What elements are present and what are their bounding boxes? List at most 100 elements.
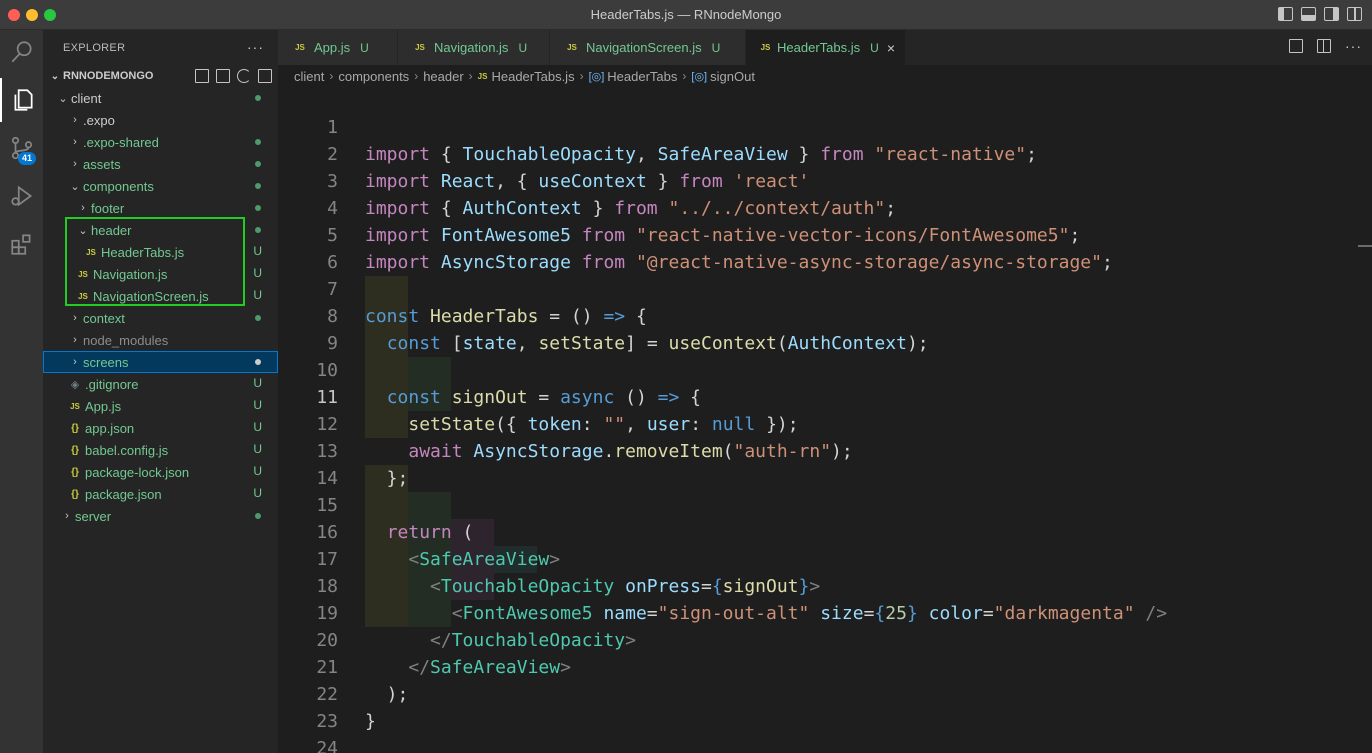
tree-label: server: [75, 508, 112, 524]
json-file-icon: {}: [71, 488, 79, 500]
tree-file-app-json[interactable]: {} app.json U: [43, 417, 278, 439]
chevron-right-icon: ›: [73, 312, 77, 324]
chevron-down-icon: ⌄: [58, 92, 68, 105]
gitignore-icon: ◈: [70, 378, 80, 391]
breadcrumb-item[interactable]: HeaderTabs: [607, 69, 677, 84]
untracked-badge: U: [253, 266, 262, 280]
run-debug-icon[interactable]: [0, 174, 43, 218]
open-changes-icon[interactable]: [1289, 39, 1303, 53]
code-line: 24 export default HeaderTabs: [278, 708, 1372, 753]
toggle-secondary-sidebar-icon[interactable]: [1324, 7, 1339, 21]
search-icon[interactable]: [0, 30, 43, 74]
status-dot: [255, 139, 261, 145]
code-editor[interactable]: 1 import { TouchableOpacity, SafeAreaVie…: [278, 87, 1372, 753]
new-folder-icon[interactable]: [216, 69, 230, 83]
js-file-icon: JS: [567, 43, 577, 52]
status-dot: [255, 315, 261, 321]
tree-file-gitignore[interactable]: ◈ .gitignore U: [43, 373, 278, 395]
code-line: 9: [278, 303, 1372, 354]
code-line: 7 const HeaderTabs = () => {: [278, 249, 1372, 327]
tree-label: footer: [91, 200, 125, 216]
untracked-badge: U: [253, 420, 262, 434]
tab-navigationscreen-js[interactable]: JS NavigationScreen.js U: [550, 30, 746, 65]
tree-label: Navigation.js: [93, 266, 168, 282]
js-file-icon: JS: [78, 269, 88, 279]
tree-folder-server[interactable]: › server: [43, 505, 278, 527]
more-actions-icon[interactable]: ···: [1345, 38, 1362, 54]
chevron-down-icon: ⌄: [70, 180, 80, 193]
tree-file-babel-config[interactable]: {} babel.config.js U: [43, 439, 278, 461]
extensions-icon[interactable]: [0, 222, 43, 266]
explorer-header: EXPLORER ···: [43, 30, 278, 65]
status-dot: [255, 513, 261, 519]
new-file-icon[interactable]: [195, 69, 209, 83]
chevron-right-icon: ›: [73, 114, 77, 126]
status-dot: [255, 161, 261, 167]
symbol-variable-icon: [◎]: [691, 70, 708, 83]
close-tab-icon[interactable]: ×: [887, 40, 895, 56]
editor-tab-bar: JS App.js U JS Navigation.js U JS Naviga…: [278, 30, 1372, 65]
tree-label: package.json: [85, 486, 162, 502]
tab-headertabs-js[interactable]: JS HeaderTabs.js U ×: [746, 30, 906, 65]
chevron-right-icon: ›: [468, 69, 473, 83]
project-actions: [195, 69, 272, 83]
breadcrumb-item[interactable]: client: [294, 69, 324, 84]
refresh-icon[interactable]: [237, 69, 251, 83]
chevron-right-icon: ›: [65, 510, 69, 522]
tab-label: App.js: [314, 40, 351, 55]
tab-status: U: [870, 40, 879, 55]
json-file-icon: {}: [71, 466, 79, 478]
tree-file-headertabs[interactable]: JS HeaderTabs.js U: [43, 241, 278, 263]
tab-app-js[interactable]: JS App.js U: [278, 30, 398, 65]
layout-controls: [1278, 7, 1362, 21]
collapse-all-icon[interactable]: [258, 69, 272, 83]
tree-label: app.json: [85, 420, 135, 436]
code-line: 18 <FontAwesome5 name="sign-out-alt" siz…: [278, 546, 1372, 624]
untracked-badge: U: [253, 376, 262, 390]
project-name: RNNODEMONGO: [63, 70, 154, 82]
tree-label: .gitignore: [85, 376, 139, 392]
tab-label: Navigation.js: [434, 40, 509, 55]
source-control-icon[interactable]: 41: [0, 126, 43, 170]
breadcrumb-item[interactable]: signOut: [710, 69, 755, 84]
tree-label: node_modules: [83, 332, 169, 348]
tree-folder-expo-shared[interactable]: › .expo-shared: [43, 131, 278, 153]
scrollbar-marker[interactable]: [1358, 245, 1372, 247]
tree-file-package-json[interactable]: {} package.json U: [43, 483, 278, 505]
tab-navigation-js[interactable]: JS Navigation.js U: [398, 30, 550, 65]
tree-folder-node-modules[interactable]: › node_modules: [43, 329, 278, 351]
code-line: 1 import { TouchableOpacity, SafeAreaVie…: [278, 87, 1372, 165]
more-actions-icon[interactable]: ···: [247, 39, 264, 55]
breadcrumb-item[interactable]: components: [338, 69, 409, 84]
breadcrumb-item[interactable]: header: [423, 69, 463, 84]
activity-bar: 41: [0, 30, 43, 753]
tree-folder-client[interactable]: ⌄ client: [43, 87, 278, 109]
tree-folder-expo[interactable]: › .expo: [43, 109, 278, 131]
chevron-down-icon: ⌄: [78, 224, 88, 237]
toggle-sidebar-icon[interactable]: [1278, 7, 1293, 21]
tree-label: babel.config.js: [85, 442, 169, 458]
code-line: 12 await AsyncStorage.removeItem("auth-r…: [278, 384, 1372, 462]
breadcrumb-item[interactable]: HeaderTabs.js: [491, 69, 574, 84]
explorer-icon[interactable]: [0, 78, 43, 122]
chevron-right-icon: ›: [73, 158, 77, 170]
status-dot: [255, 95, 261, 101]
json-file-icon: {}: [71, 444, 79, 456]
customize-layout-icon[interactable]: [1347, 7, 1362, 21]
tree-file-navigation[interactable]: JS Navigation.js U: [43, 263, 278, 285]
tree-folder-header[interactable]: ⌄ header: [43, 219, 278, 241]
split-editor-icon[interactable]: [1317, 39, 1331, 53]
tree-label: .expo: [83, 112, 115, 128]
tree-label: header: [91, 222, 132, 238]
tree-file-app-js[interactable]: JS App.js U: [43, 395, 278, 417]
tree-folder-footer[interactable]: › footer: [43, 197, 278, 219]
tree-folder-assets[interactable]: › assets: [43, 153, 278, 175]
tree-folder-context[interactable]: › context: [43, 307, 278, 329]
tree-folder-components[interactable]: ⌄ components: [43, 175, 278, 197]
tree-file-navigationscreen[interactable]: JS NavigationScreen.js U: [43, 285, 278, 307]
project-folder-header[interactable]: ⌄ RNNODEMONGO: [43, 65, 278, 87]
toggle-panel-icon[interactable]: [1301, 7, 1316, 21]
js-file-icon: JS: [295, 43, 305, 52]
tree-folder-screens[interactable]: › screens: [43, 351, 278, 373]
tree-file-package-lock[interactable]: {} package-lock.json U: [43, 461, 278, 483]
